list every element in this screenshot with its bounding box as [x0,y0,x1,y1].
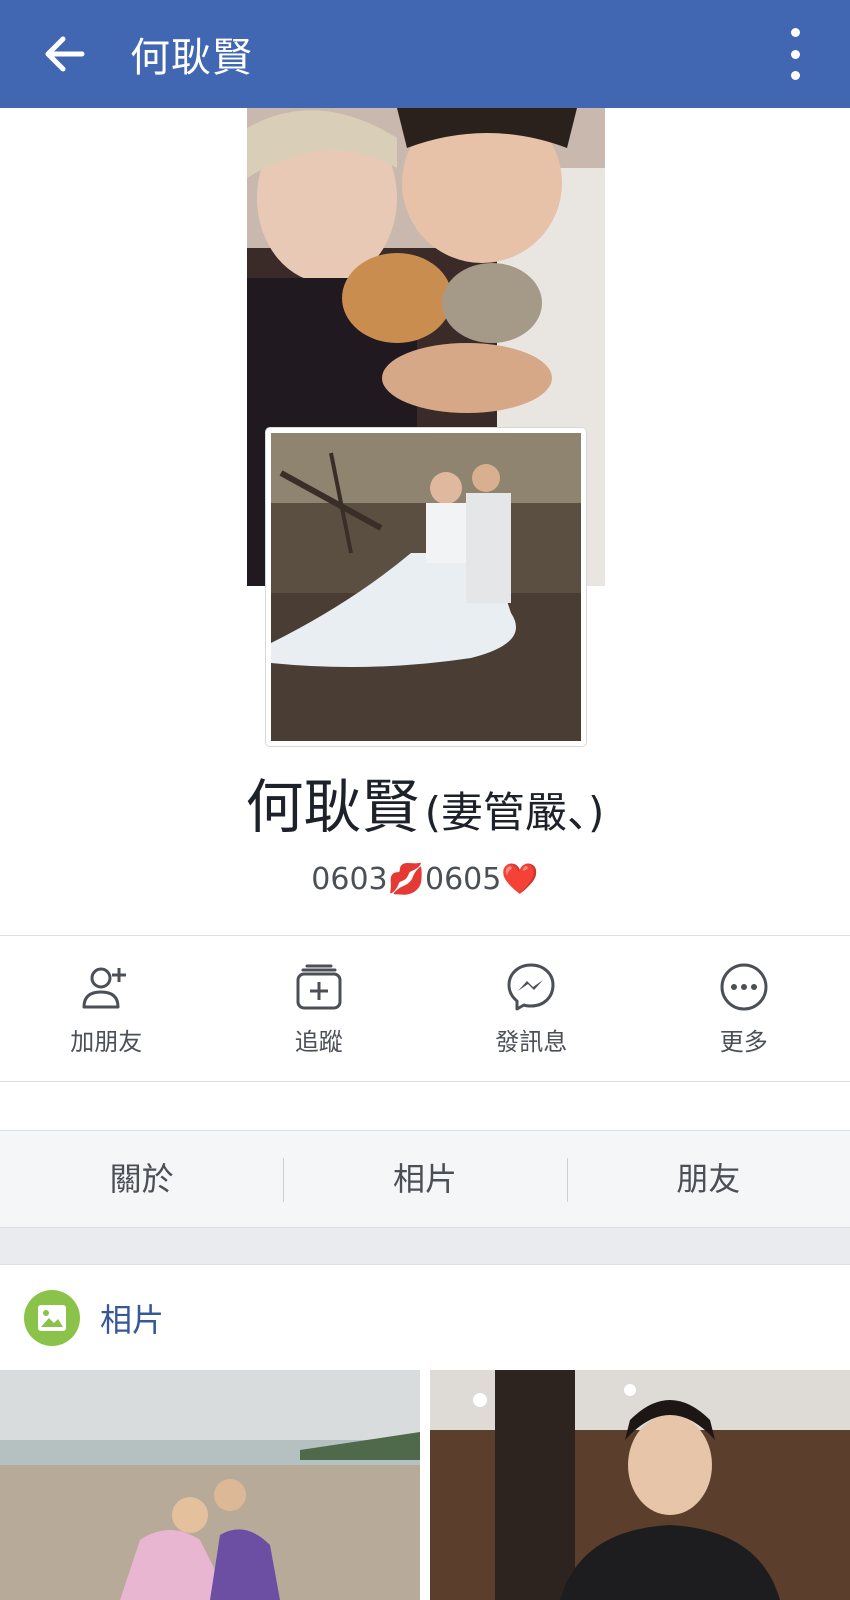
add-friend-icon [82,967,127,1009]
more-label: 更多 [719,1028,768,1056]
dot-icon [790,71,800,80]
add-friend-label: 加朋友 [70,1028,143,1056]
follow-icon [296,964,342,1010]
bio-second-date: 0605 [425,862,502,897]
photo-icon [24,1289,80,1346]
profile-tabs: 關於 相片 朋友 [0,1130,850,1228]
beach-photo-image [0,1370,420,1600]
page-title: 何耿賢 [130,35,253,81]
kiss-lips-icon: 💋 [387,862,425,897]
follow-button[interactable]: 追蹤 [213,936,426,1081]
profile-name: 何耿賢 (妻管嚴、) [0,760,850,844]
profile-name-main: 何耿賢 [245,773,420,841]
add-friend-button[interactable]: 加朋友 [0,936,213,1081]
tab-friends[interactable]: 朋友 [566,1130,850,1228]
profile-bio: 0603💋0605❤️ [0,862,850,897]
profile-actions: 加朋友 追蹤 發訊息 更多 [0,936,850,1081]
dot-icon [790,49,800,59]
profile-picture-image [271,433,581,741]
bio-first-date: 0603 [311,862,388,897]
photo-thumbnail[interactable] [430,1370,850,1600]
section-separator [0,1228,850,1264]
more-icon [720,963,768,1011]
back-button[interactable] [0,0,130,108]
more-button[interactable]: 更多 [638,936,850,1081]
follow-label: 追蹤 [294,1028,343,1056]
message-label: 發訊息 [495,1028,568,1056]
photos-section-header[interactable]: 相片 [0,1265,850,1370]
profile-alternate-name: (妻管嚴、) [424,788,605,837]
messenger-icon [507,963,555,1011]
photos-section-title[interactable]: 相片 [100,1295,164,1341]
dot-icon [790,28,800,37]
app-bar: 何耿賢 [0,0,850,108]
profile-picture[interactable] [266,428,586,746]
indoor-photo-image [430,1370,850,1600]
tab-about[interactable]: 關於 [0,1130,283,1228]
arrow-left-icon [45,36,85,72]
photo-thumbnail[interactable] [0,1370,420,1600]
tab-photos[interactable]: 相片 [283,1130,566,1228]
message-button[interactable]: 發訊息 [425,936,638,1081]
divider [0,1081,850,1082]
heart-icon: ❤️ [501,862,539,897]
overflow-menu-button[interactable] [780,28,810,80]
